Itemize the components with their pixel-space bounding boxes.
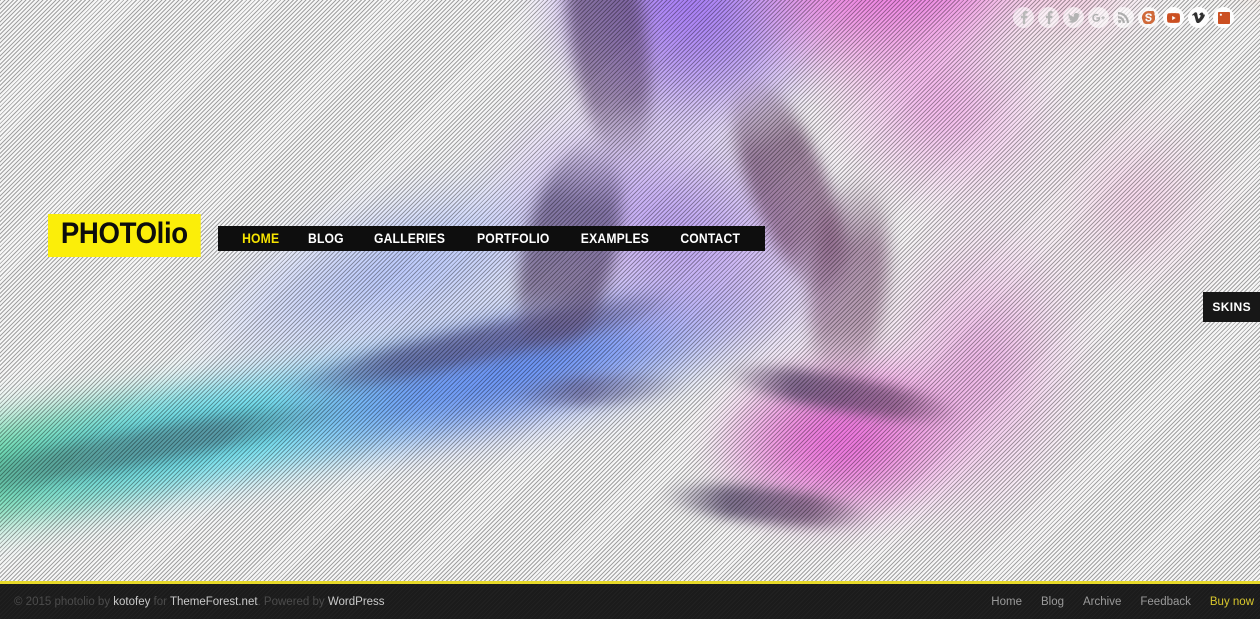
nav-item-contact[interactable]: CONTACT xyxy=(670,226,751,251)
platform-link[interactable]: WordPress xyxy=(328,596,385,608)
youtube-icon[interactable] xyxy=(1163,7,1184,28)
copyright-text: © 2015 photolio by kotofey for ThemeFore… xyxy=(14,596,385,608)
nav-item-home[interactable]: HOME xyxy=(232,226,291,251)
nav-item-blog[interactable]: BLOG xyxy=(297,226,354,251)
page-root: PHOTOlio HOME BLOG GALLERIES PORTFOLIO E… xyxy=(0,0,1260,619)
footer-link-buy-now[interactable]: Buy now xyxy=(1210,596,1254,608)
footer-navigation: Home Blog Archive Feedback Buy now xyxy=(991,596,1254,608)
twitter-icon[interactable] xyxy=(1063,7,1084,28)
nav-item-galleries[interactable]: GALLERIES xyxy=(363,226,456,251)
copyright-suffix: . Powered by xyxy=(257,595,328,608)
copyright-prefix: © 2015 photolio by xyxy=(14,595,114,608)
smoke-photograph xyxy=(0,0,1260,584)
author-link[interactable]: kotofey xyxy=(113,596,150,608)
nav-item-portfolio[interactable]: PORTFOLIO xyxy=(466,226,560,251)
vimeo-icon[interactable] xyxy=(1188,7,1209,28)
facebook-icon[interactable] xyxy=(1013,7,1034,28)
footer-link-blog[interactable]: Blog xyxy=(1041,596,1064,608)
main-navigation: HOME BLOG GALLERIES PORTFOLIO EXAMPLES C… xyxy=(218,226,766,251)
hero-slider xyxy=(0,0,1260,584)
copyright-mid: for xyxy=(150,595,170,608)
site-footer: © 2015 photolio by kotofey for ThemeFore… xyxy=(0,584,1260,619)
marketplace-link[interactable]: ThemeForest.net xyxy=(170,596,258,608)
site-logo[interactable]: PHOTOlio xyxy=(48,214,201,257)
social-icon-bar xyxy=(1013,7,1234,28)
skins-panel-tab[interactable]: SKINS xyxy=(1203,292,1260,322)
footer-link-feedback[interactable]: Feedback xyxy=(1140,596,1191,608)
facebook-alt-icon[interactable] xyxy=(1038,7,1059,28)
skype-icon[interactable] xyxy=(1138,7,1159,28)
smoke-orange-haze xyxy=(1251,0,1260,81)
linkedin-icon[interactable] xyxy=(1213,7,1234,28)
footer-link-home[interactable]: Home xyxy=(991,596,1022,608)
google-plus-icon[interactable] xyxy=(1088,7,1109,28)
brand-and-nav: PHOTOlio HOME BLOG GALLERIES PORTFOLIO E… xyxy=(48,214,766,257)
nav-item-examples[interactable]: EXAMPLES xyxy=(570,226,660,251)
rss-icon[interactable] xyxy=(1113,7,1134,28)
footer-link-archive[interactable]: Archive xyxy=(1083,596,1121,608)
smoke-orange-corner xyxy=(1164,0,1260,1)
